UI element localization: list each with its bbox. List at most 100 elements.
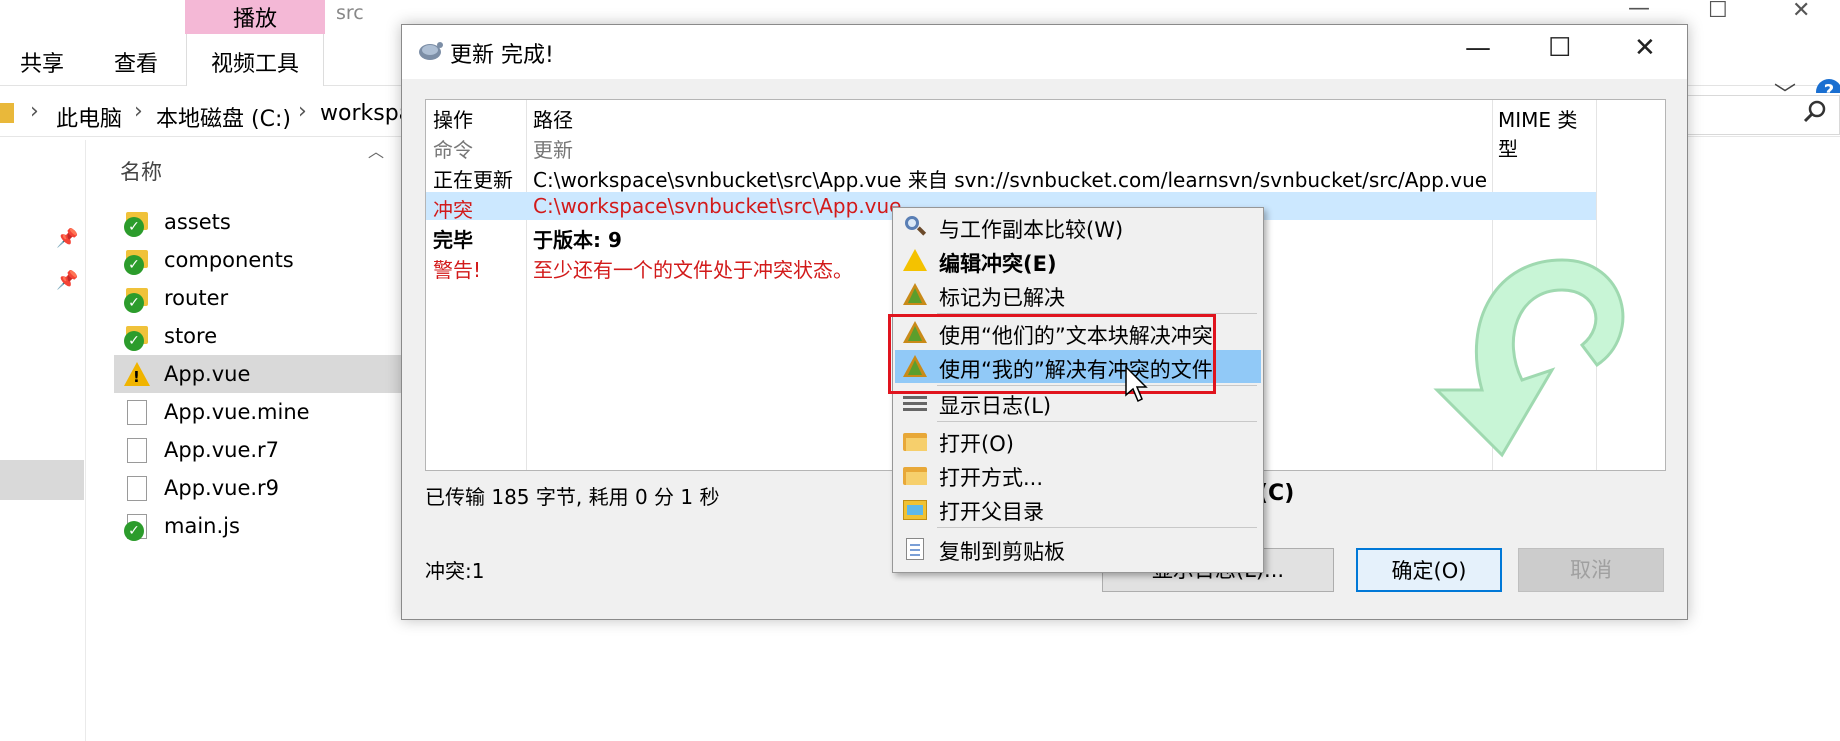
- breadcrumb-chevron-icon[interactable]: ›: [30, 99, 39, 124]
- ok-button[interactable]: 确定(O): [1356, 548, 1502, 592]
- pin-icon[interactable]: 📌: [56, 228, 78, 249]
- breadcrumb-chevron-icon[interactable]: ›: [134, 99, 143, 124]
- file-list-item[interactable]: ✓ assets: [114, 203, 404, 241]
- sort-caret-icon: ︿: [368, 142, 385, 161]
- file-name: App.vue.r7: [164, 438, 280, 462]
- dialog-title-bar: 更新 完成! — ☐ ✕: [402, 25, 1687, 79]
- row-path: 至少还有一个的文件处于冲突状态。: [533, 258, 853, 282]
- menu-item-open-with[interactable]: 打开方式...: [895, 458, 1261, 491]
- row-action: 警告!: [433, 258, 482, 282]
- row-action: 完毕: [433, 228, 473, 252]
- tab-video-tools[interactable]: 视频工具: [186, 34, 325, 86]
- column-header-action[interactable]: 操作: [433, 104, 473, 133]
- svn-folder-ok-icon: ✓: [124, 209, 150, 237]
- menu-item-label: 复制到剪贴板: [939, 540, 1065, 564]
- close-icon[interactable]: ✕: [1792, 0, 1810, 23]
- menu-item-open[interactable]: 打开(O): [895, 424, 1261, 457]
- folder-icon: [0, 103, 14, 123]
- file-name: App.vue.mine: [164, 400, 310, 424]
- show-log-icon: [903, 391, 927, 415]
- menu-item-compare[interactable]: 与工作副本比较(W): [895, 210, 1261, 243]
- file-list-item[interactable]: App.vue.mine: [114, 393, 404, 431]
- maximize-icon[interactable]: ☐: [1708, 0, 1728, 23]
- row-path: 于版本: 9: [533, 228, 622, 252]
- tab-view[interactable]: 查看: [114, 46, 158, 78]
- column-header-name[interactable]: 名称: [120, 156, 162, 186]
- clipboard-icon: [903, 537, 927, 561]
- breadcrumb-workspace[interactable]: workspa: [320, 101, 412, 126]
- file-name: store: [164, 324, 218, 348]
- menu-item-open-parent[interactable]: 打开父目录: [895, 492, 1261, 525]
- svn-folder-ok-icon: ✓: [124, 247, 150, 275]
- cancel-button[interactable]: 取消: [1518, 548, 1664, 592]
- menu-item-label: 标记为已解决: [939, 286, 1065, 310]
- minimize-icon[interactable]: —: [1628, 0, 1650, 21]
- pin-icon[interactable]: 📌: [56, 270, 78, 291]
- svn-folder-ok-icon: ✓: [124, 285, 150, 313]
- dialog-minimize-icon[interactable]: —: [1465, 33, 1491, 63]
- list-row-updating[interactable]: 正在更新 C:\workspace\svnbucket\src\App.vue …: [426, 162, 1596, 192]
- compare-magnifier-icon: [903, 215, 927, 239]
- file-list-item[interactable]: ✓ router: [114, 279, 404, 317]
- list-header: 操作 路径 MIME 类型: [426, 102, 1596, 161]
- row-path: C:\workspace\svnbucket\src\App.vue 来自 sv…: [533, 168, 1488, 192]
- file-list-item[interactable]: ✓ main.js: [114, 507, 404, 545]
- file-icon: [124, 437, 150, 463]
- tortoisesvn-icon: [419, 42, 443, 60]
- file-name: assets: [164, 210, 231, 234]
- breadcrumb-chevron-icon[interactable]: ›: [298, 99, 307, 124]
- file-list-item[interactable]: ! App.vue: [114, 355, 404, 393]
- row-action: 冲突: [433, 198, 473, 222]
- menu-item-label: 编辑冲突(E): [939, 252, 1057, 276]
- file-name: App.vue.r9: [164, 476, 280, 500]
- row-action: 命令: [433, 138, 473, 162]
- mouse-pointer-icon: [1125, 365, 1148, 403]
- edit-conflict-icon: [903, 249, 927, 273]
- highlight-annotation-box: [888, 314, 1216, 394]
- file-name: components: [164, 248, 294, 272]
- nav-selected-item[interactable]: [0, 460, 84, 500]
- update-complete-arrow-icon: [1433, 258, 1625, 458]
- list-row-command[interactable]: 命令 更新: [426, 132, 1596, 162]
- column-header-path[interactable]: 路径: [533, 104, 573, 133]
- menu-item-mark-resolved[interactable]: 标记为已解决: [895, 278, 1261, 311]
- menu-item-label: 打开(O): [939, 432, 1014, 456]
- open-with-icon: [903, 463, 927, 487]
- file-icon: [124, 399, 150, 425]
- menu-separator: [937, 527, 1257, 528]
- tab-share[interactable]: 共享: [20, 46, 64, 78]
- file-list-item[interactable]: App.vue.r7: [114, 431, 404, 469]
- menu-item-label: 与工作副本比较(W): [939, 218, 1124, 242]
- file-name: main.js: [164, 514, 240, 538]
- dialog-title: 更新 完成!: [450, 43, 554, 68]
- navigation-pane: 📌 📌: [0, 140, 86, 741]
- menu-item-label: 打开方式...: [939, 466, 1044, 490]
- file-list-item[interactable]: App.vue.r9: [114, 469, 404, 507]
- row-action: 正在更新: [433, 168, 513, 192]
- file-icon: [124, 475, 150, 501]
- resolved-icon: [903, 283, 927, 307]
- menu-item-label: 显示日志(L): [939, 394, 1052, 418]
- conflict-count: 冲突:1: [425, 559, 485, 583]
- file-name: router: [164, 286, 229, 310]
- contextual-tab-play[interactable]: 播放: [185, 0, 325, 34]
- file-list-item[interactable]: ✓ store: [114, 317, 404, 355]
- svn-conflict-icon: !: [124, 361, 150, 387]
- menu-item-label: 打开父目录: [939, 500, 1044, 524]
- svn-folder-ok-icon: ✓: [124, 323, 150, 351]
- dialog-maximize-icon[interactable]: ☐: [1548, 33, 1571, 63]
- file-name: App.vue: [164, 362, 251, 386]
- parent-folder-icon: [903, 497, 927, 521]
- menu-item-edit-conflict[interactable]: 编辑冲突(E): [895, 244, 1261, 277]
- svn-js-ok-icon: ✓: [124, 513, 150, 541]
- row-path: 更新: [533, 138, 573, 162]
- breadcrumb-local-disk[interactable]: 本地磁盘 (C:): [156, 101, 291, 133]
- open-folder-icon: [903, 429, 927, 453]
- search-icon[interactable]: [1800, 97, 1830, 127]
- file-list-item[interactable]: ✓ components: [114, 241, 404, 279]
- breadcrumb-this-pc[interactable]: 此电脑: [56, 101, 122, 133]
- folder-title: src: [336, 2, 364, 24]
- transfer-status: 已传输 185 字节, 耗用 0 分 1 秒: [425, 485, 720, 509]
- dialog-close-icon[interactable]: ✕: [1634, 33, 1656, 63]
- menu-item-copy-clipboard[interactable]: 复制到剪贴板: [895, 532, 1261, 565]
